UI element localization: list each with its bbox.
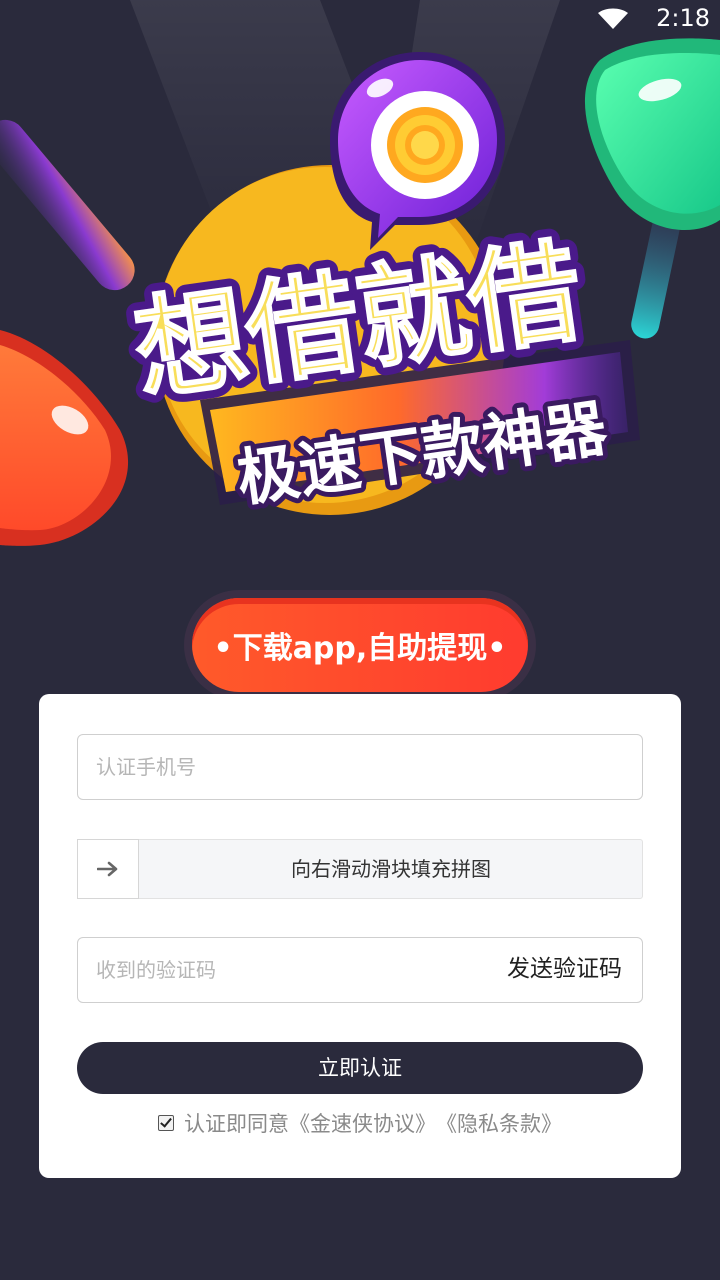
code-input-box: 发送验证码 (77, 937, 643, 1003)
agree-prefix: 认证即同意 (184, 1112, 289, 1136)
submit-auth-button[interactable]: 立即认证 (77, 1042, 643, 1094)
agreement-row: 认证即同意 《金速侠协议》 《隐私条款》 (39, 1108, 681, 1138)
verification-code-input[interactable] (78, 938, 478, 1002)
auth-form-card: 向右滑动滑块填充拼图 发送验证码 立即认证 认证即同意 《金速侠协议》 《隐私条… (39, 694, 681, 1178)
privacy-policy-link[interactable]: 《隐私条款》 (436, 1108, 562, 1138)
slider-hint: 向右滑动滑块填充拼图 (291, 857, 491, 881)
send-code-button[interactable]: 发送验证码 (507, 938, 622, 1001)
download-app-button[interactable]: •下载app,自助提现• (184, 590, 536, 700)
arrow-right-icon (97, 861, 118, 877)
screen: 想借就借 想借就借 极速下款神器 极速下款神器 2:18 •下载app,自助提现… (0, 0, 720, 1280)
download-app-label: •下载app,自助提现• (213, 631, 507, 666)
agree-checkbox[interactable] (158, 1115, 174, 1131)
download-app-pill-inner: •下载app,自助提现• (192, 598, 528, 692)
status-bar: 2:18 (0, 0, 720, 40)
phone-input[interactable] (78, 735, 642, 799)
hero-illustration: 想借就借 想借就借 极速下款神器 极速下款神器 (0, 0, 720, 546)
service-agreement-link[interactable]: 《金速侠协议》 (289, 1108, 436, 1138)
status-time: 2:18 (656, 4, 710, 32)
hero-banner: 想借就借 想借就借 极速下款神器 极速下款神器 (0, 0, 720, 580)
phone-input-box (77, 734, 643, 800)
slider-handle[interactable] (77, 839, 139, 899)
wifi-icon (598, 8, 628, 29)
slider-captcha: 向右滑动滑块填充拼图 (77, 839, 643, 899)
